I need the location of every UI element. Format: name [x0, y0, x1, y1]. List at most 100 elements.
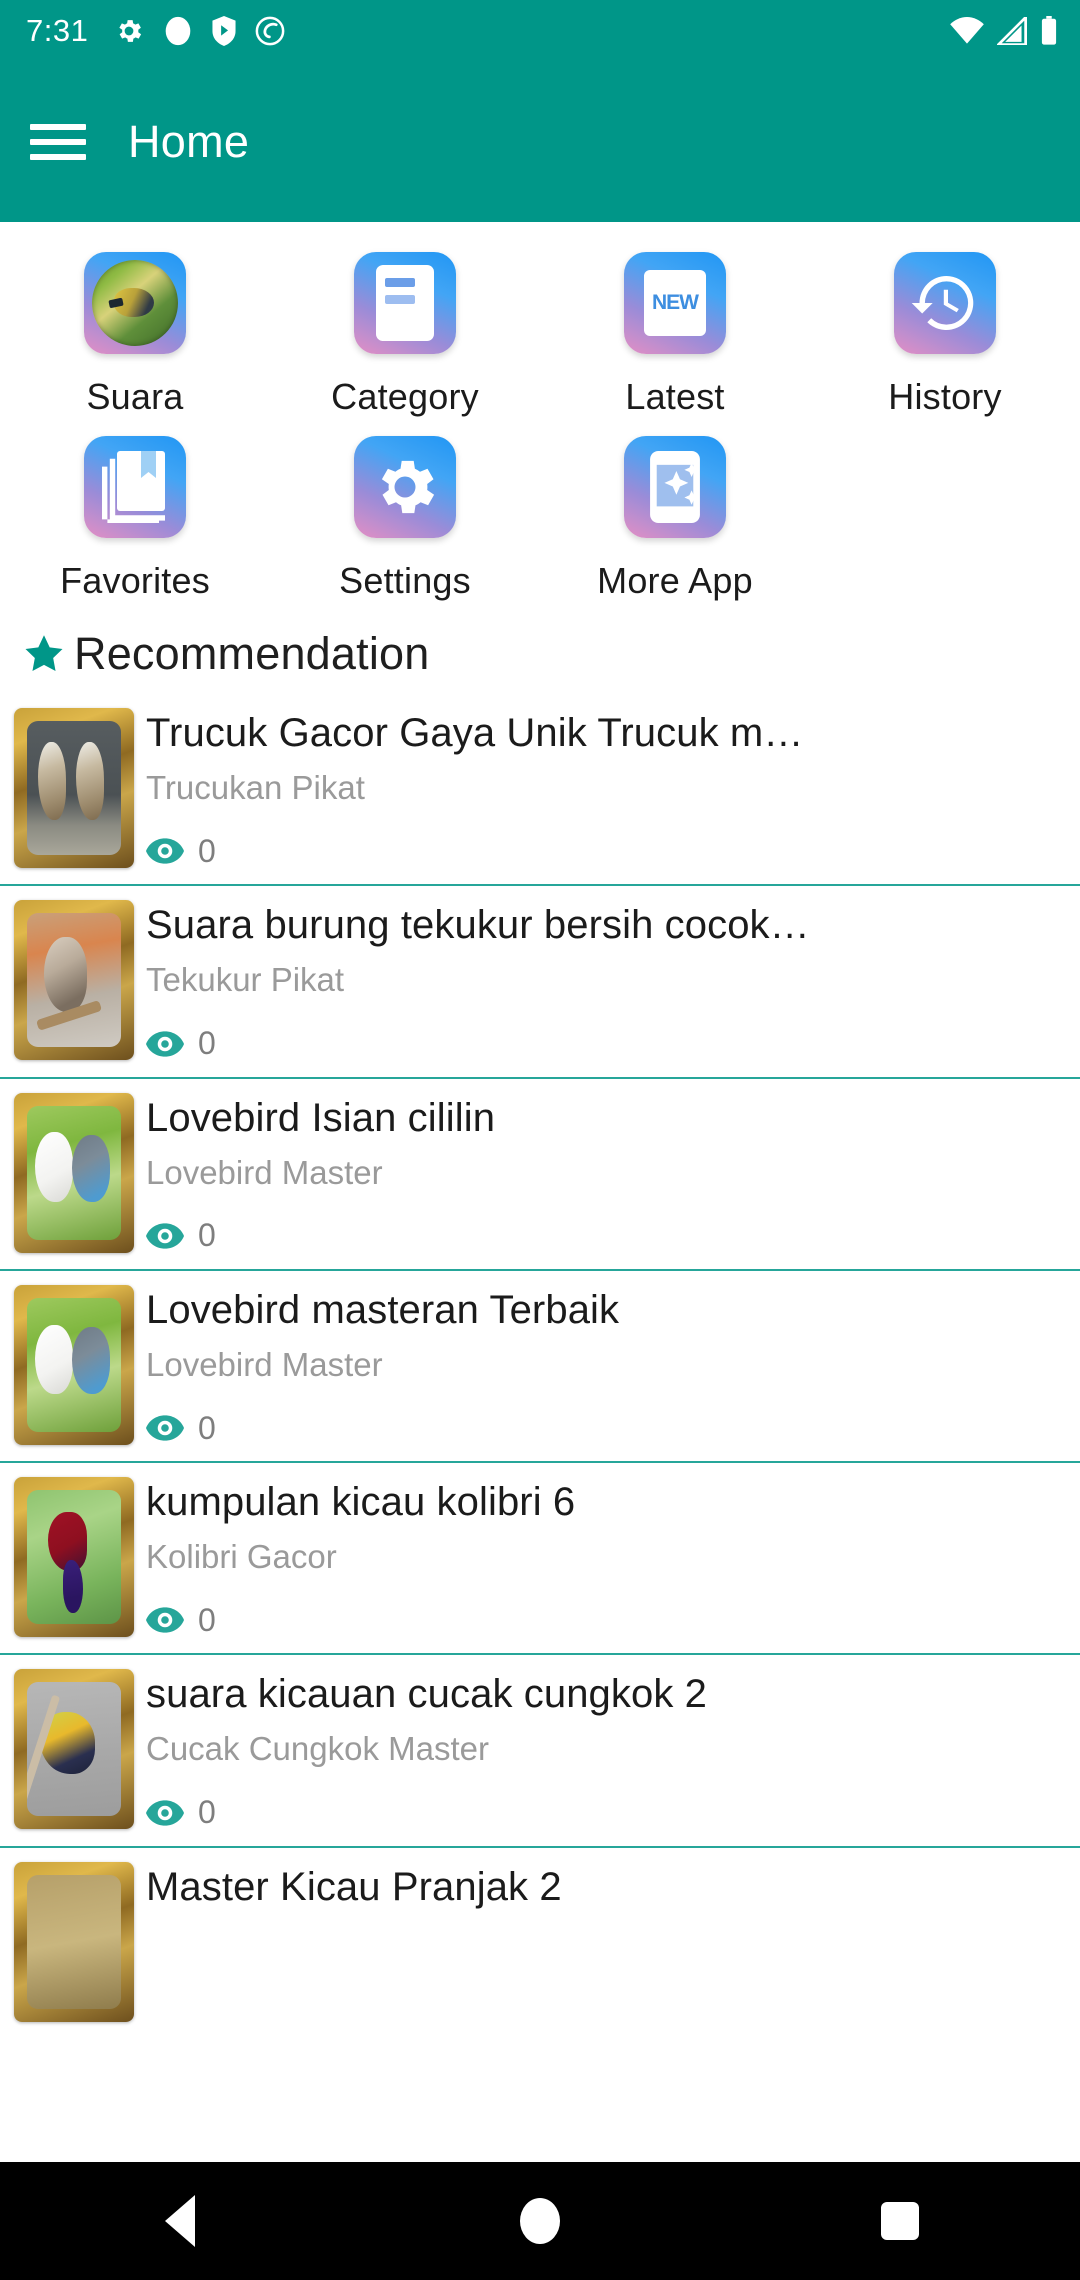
list-item[interactable]: Master Kicau Pranjak 2 [0, 1848, 1080, 2036]
item-subtitle: Lovebird Master [146, 1345, 383, 1383]
item-title: kumpulan kicau kolibri 6 [146, 1480, 576, 1525]
battery-icon [1040, 16, 1058, 46]
list-item[interactable]: Lovebird Isian cililin Lovebird Master 0 [0, 1079, 1080, 1271]
list-item[interactable]: Trucuk Gacor Gaya Unik Trucuk m… Trucuka… [0, 694, 1080, 887]
spiral-icon [255, 16, 285, 46]
bird-photo-glyph [92, 260, 178, 346]
square-recents-icon [881, 2202, 919, 2240]
item-subtitle: Lovebird Master [146, 1153, 383, 1191]
gear-icon [354, 436, 456, 538]
item-title: suara kicauan cucak cungkok 2 [146, 1672, 708, 1717]
item-meta: 0 [146, 1601, 1080, 1639]
shortcut-category[interactable]: Category [270, 240, 540, 424]
item-thumbnail [14, 1092, 134, 1253]
bookmark-book-icon [84, 436, 186, 538]
item-meta: 0 [146, 1409, 1080, 1447]
shortcut-label: More App [597, 560, 753, 601]
item-thumbnail [14, 1477, 134, 1638]
item-body: Lovebird masteran Terbaik Lovebird Maste… [134, 1285, 1080, 1447]
hamburger-menu-icon[interactable] [30, 120, 86, 164]
new-badge-icon: NEW [624, 252, 726, 354]
thumbnail-art [27, 913, 121, 1048]
shortcut-grid-row: Favorites Settings More App [0, 424, 1080, 608]
item-thumbnail [14, 708, 134, 868]
item-thumbnail [14, 1669, 134, 1830]
shortcut-label: History [888, 376, 1002, 417]
page-title: Home [128, 116, 250, 167]
triangle-back-icon [165, 2195, 195, 2247]
item-body: kumpulan kicau kolibri 6 Kolibri Gacor 0 [134, 1477, 1080, 1639]
item-body: Trucuk Gacor Gaya Unik Trucuk m… Trucuka… [134, 708, 1080, 870]
item-body: Master Kicau Pranjak 2 [134, 1862, 1080, 1924]
list-item[interactable]: suara kicauan cucak cungkok 2 Cucak Cung… [0, 1655, 1080, 1848]
scroll-content[interactable]: Suara Category NEW Latest History Favori… [0, 222, 1080, 2162]
list-item[interactable]: Lovebird masteran Terbaik Lovebird Maste… [0, 1271, 1080, 1464]
category-card-icon [354, 252, 456, 354]
eye-icon [146, 1030, 184, 1057]
item-subtitle: Kolibri Gacor [146, 1538, 337, 1576]
app-screen: 7:31 Home Suara Category NEW Latest Hist… [0, 0, 1080, 2280]
system-navigation-bar [0, 2162, 1080, 2280]
list-item[interactable]: Suara burung tekukur bersih cocok… Tekuk… [0, 886, 1080, 1079]
thumbnail-art [27, 1682, 121, 1817]
shortcut-grid: Suara Category NEW Latest History Favori… [0, 222, 1080, 608]
item-title: Lovebird masteran Terbaik [146, 1287, 620, 1332]
item-body: Suara burung tekukur bersih cocok… Tekuk… [134, 900, 1080, 1062]
back-button[interactable] [120, 2162, 240, 2280]
shortcut-settings[interactable]: Settings [270, 424, 540, 608]
eye-icon [146, 1223, 184, 1249]
shortcut-label: Latest [625, 376, 725, 417]
list-item[interactable]: kumpulan kicau kolibri 6 Kolibri Gacor 0 [0, 1463, 1080, 1656]
item-subtitle: Cucak Cungkok Master [146, 1730, 489, 1768]
wifi-icon [950, 17, 984, 45]
gear-icon [114, 16, 144, 46]
shortcut-latest[interactable]: NEW Latest [540, 240, 810, 424]
shortcut-label: Settings [339, 560, 471, 601]
status-bar-notification-icons [114, 15, 285, 47]
bird-photo-icon [84, 252, 186, 354]
shortcut-label: Category [331, 376, 479, 417]
shortcut-label: Suara [86, 376, 184, 417]
item-body: suara kicauan cucak cungkok 2 Cucak Cung… [134, 1669, 1080, 1831]
star-icon [25, 635, 63, 672]
category-card-glyph [376, 265, 434, 341]
recommendation-list: Trucuk Gacor Gaya Unik Trucuk m… Trucuka… [0, 694, 1080, 2036]
shortcut-suara[interactable]: Suara [0, 240, 270, 424]
thumbnail-art [27, 1297, 121, 1432]
status-bar: 7:31 [0, 0, 1080, 62]
thumbnail-art [27, 721, 121, 855]
shortcut-favorites[interactable]: Favorites [0, 424, 270, 608]
thumbnail-art [27, 1874, 121, 2009]
view-count: 0 [198, 1409, 216, 1446]
new-badge-glyph: NEW [644, 270, 706, 336]
item-meta: 0 [146, 1217, 1080, 1255]
thumbnail-art [27, 1105, 121, 1240]
item-subtitle: Trucukan Pikat [146, 769, 365, 806]
item-body: Lovebird Isian cililin Lovebird Master 0 [134, 1093, 1080, 1255]
hamburger-line [30, 154, 86, 160]
hamburger-line [30, 124, 86, 130]
item-thumbnail [14, 1284, 134, 1445]
phone-sparkle-icon [624, 436, 726, 538]
play-protect-icon [212, 16, 236, 46]
history-clock-icon [894, 252, 996, 354]
hamburger-line [30, 139, 86, 145]
signal-icon [997, 17, 1027, 45]
shortcut-history[interactable]: History [810, 240, 1080, 424]
home-button[interactable] [480, 2162, 600, 2280]
thumbnail-art [27, 1490, 121, 1625]
app-bar: Home [0, 62, 1080, 222]
recents-button[interactable] [840, 2162, 960, 2280]
item-title: Master Kicau Pranjak 2 [146, 1864, 562, 1909]
item-meta: 0 [146, 832, 1080, 870]
eye-icon [146, 1607, 184, 1634]
section-title: Recommendation [74, 628, 430, 679]
view-count: 0 [198, 1217, 216, 1254]
shortcut-more-app[interactable]: More App [540, 424, 810, 608]
view-count: 0 [198, 1025, 216, 1062]
item-meta: 0 [146, 1025, 1080, 1063]
shortcut-empty-slot [810, 424, 1080, 608]
shortcut-grid-row: Suara Category NEW Latest History [0, 240, 1080, 424]
eye-icon [146, 838, 184, 864]
circle-home-icon [520, 2198, 560, 2244]
